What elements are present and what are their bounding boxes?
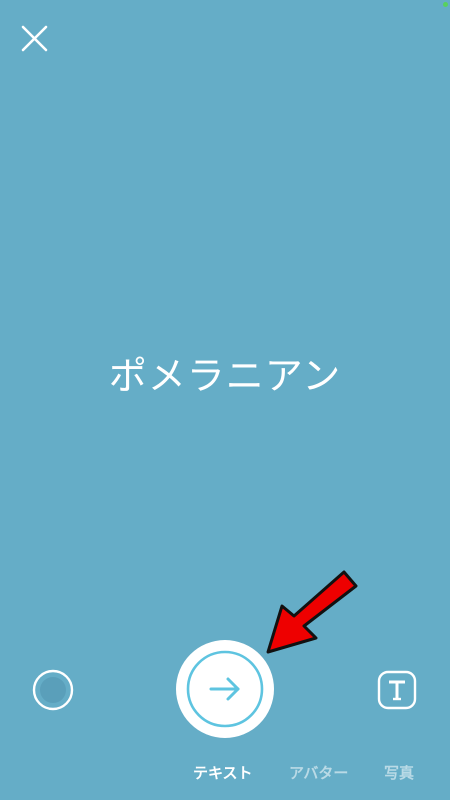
post-text[interactable]: ポメラニアン	[0, 345, 450, 400]
arrow-right-icon	[186, 650, 264, 728]
send-button[interactable]	[176, 640, 274, 738]
color-circle-icon	[32, 669, 74, 711]
close-icon	[21, 25, 48, 52]
tab-avatar[interactable]: アバター	[289, 762, 348, 783]
tab-photo[interactable]: 写真	[384, 762, 414, 783]
close-button[interactable]	[18, 20, 54, 56]
tab-text[interactable]: テキスト	[193, 762, 253, 783]
post-composer-screen: ポメラニアン テキスト アバター 写真	[0, 0, 450, 800]
text-style-button[interactable]	[377, 670, 417, 710]
status-indicator	[443, 2, 448, 7]
text-style-icon	[377, 670, 417, 710]
background-color-button[interactable]	[32, 669, 74, 711]
